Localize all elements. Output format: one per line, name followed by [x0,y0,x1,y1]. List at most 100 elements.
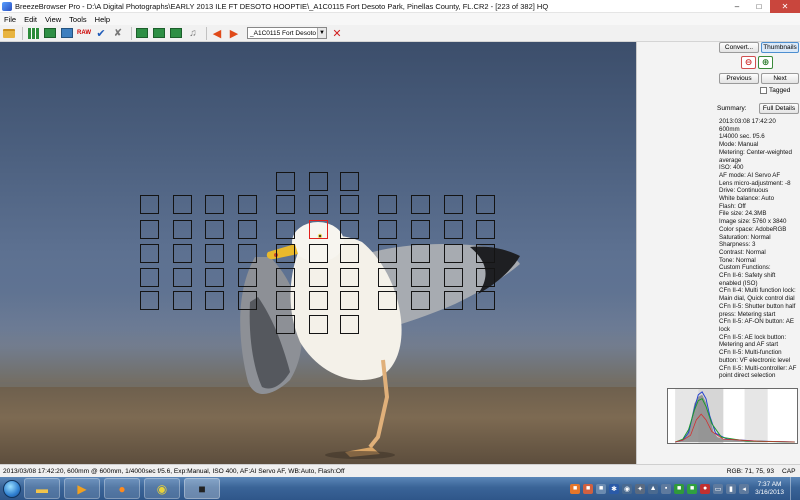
af-point [276,172,295,191]
task-media-player[interactable]: ▶ [64,478,100,499]
tray-wifi-icon[interactable]: ▲ [648,483,659,494]
af-point [205,291,224,310]
af-point [205,220,224,239]
menu-view[interactable]: View [41,15,65,24]
untag-icon: ✘ [113,27,123,39]
exif-summary: 2013:03:08 17:42:20 600mm 1/4000 sec. f/5.… [719,118,799,380]
arrow-left-icon: ◀ [212,27,222,40]
image-full-icon [61,28,73,38]
af-point [476,244,495,263]
close-button[interactable]: ✕ [770,0,800,13]
slideshow-button[interactable] [135,27,149,40]
full-details-button[interactable]: Full Details [759,103,799,114]
tray-volume-icon[interactable]: ◂ [739,483,750,494]
tray-network-icon[interactable]: ■ [596,483,607,494]
af-point [140,195,159,214]
start-button[interactable] [0,478,24,500]
thumbnails-button[interactable]: Thumbnails [761,42,799,53]
tray-monitor-icon[interactable]: ▭ [713,483,724,494]
maximize-button[interactable]: □ [748,0,770,13]
status-bar: 2013/03/08 17:42:20, 600mm @ 600mm, 1/40… [0,464,800,477]
title-bar: BreezeBrowser Pro - D:\A Digital Photogr… [0,0,800,13]
tray-orange-icon[interactable]: ■ [570,483,581,494]
checkbox-box[interactable] [760,87,767,94]
zoom-out-icon[interactable]: ⊖ [741,56,756,69]
convert-button[interactable]: Convert... [719,42,759,53]
exif-line: CFn II-5: AE lock button: Metering and A… [719,333,787,349]
toolbar-divider [22,26,23,40]
tray-security-icon[interactable]: ■ [674,483,685,494]
task-chrome[interactable]: ◉ [144,478,180,499]
previous-image-button[interactable]: ◀ [210,27,224,40]
exif-line: CFn II-4: Multi function lock: Main dial… [719,287,796,303]
af-point [276,220,295,239]
print-button[interactable] [169,27,183,40]
show-desktop-button[interactable] [790,477,800,500]
menu-edit[interactable]: Edit [20,15,41,24]
task-breezebrowser[interactable]: ■ [184,478,220,499]
af-point [476,268,495,287]
af-point [378,244,397,263]
menu-help[interactable]: Help [91,15,114,24]
exif-line: Drive: Continuous [719,187,769,195]
previous-button[interactable]: Previous [719,73,759,84]
sound-button[interactable]: ♫ [186,27,200,40]
tray-eye-icon[interactable]: ◉ [622,483,633,494]
app-icon [2,1,12,11]
web-page-button[interactable] [152,27,166,40]
tray-record-icon[interactable]: ● [700,483,711,494]
thumbnail-grid-button[interactable] [26,27,40,40]
af-point [309,172,328,191]
tray-bluetooth-icon[interactable]: ✱ [609,483,620,494]
view-mode-button[interactable] [43,27,57,40]
af-point [340,195,359,214]
exif-line: 2013:03:08 17:42:20 [719,118,776,125]
af-point [378,195,397,214]
photo-viewer[interactable] [0,42,636,464]
exif-line: Custom Functions: [719,264,771,272]
slideshow-icon [136,28,148,38]
taskbar: ▬ ▶ ● ◉ ■ ■ ■ ■ ✱ ◉ ✦ ▲ ▪ ■ ■ ● ▭ ▮ ◂ 7:… [0,477,800,500]
af-point [444,195,463,214]
tag-button[interactable]: ✔ [94,27,108,40]
task-firefox[interactable]: ● [104,478,140,499]
tagged-label: Tagged [769,87,791,94]
tray-gear-icon[interactable]: ✦ [635,483,646,494]
tray-disk-icon[interactable]: ▪ [661,483,672,494]
open-folder-button[interactable] [2,27,16,40]
clock-date: 3/16/2013 [755,488,784,496]
untag-button[interactable]: ✘ [111,27,125,40]
af-point [411,220,430,239]
raw-convert-button[interactable]: RAW [77,27,91,40]
next-button[interactable]: Next [761,73,799,84]
exif-line: Metering: Center-weighted average [719,148,792,164]
full-view-button[interactable] [60,27,74,40]
tray-battery-icon[interactable]: ▮ [726,483,737,494]
clock-time: 7:37 AM [757,480,782,488]
system-tray: ■ ■ ■ ✱ ◉ ✦ ▲ ▪ ■ ■ ● ▭ ▮ ◂ 7:37 AM 3/16… [567,477,800,500]
exif-line: CFn II-5: Multi-controller: AF point dir… [719,364,797,380]
zoom-in-icon[interactable]: ⊕ [758,56,773,69]
exif-line: CFn II-6: Safety shift enabled (ISO) [719,272,776,287]
af-point [238,220,257,239]
chrome-icon: ◉ [156,481,168,496]
minimize-button[interactable]: – [726,0,748,13]
task-explorer[interactable]: ▬ [24,478,60,499]
status-info: 2013/03/08 17:42:20, 600mm @ 600mm, 1/40… [3,467,345,475]
next-image-button[interactable]: ▶ [227,27,241,40]
tray-flag-icon[interactable]: ■ [583,483,594,494]
file-select-dropdown[interactable]: _A1C0115 Fort Desoto ▼ [247,27,327,39]
delete-button[interactable]: ✕ [330,27,344,40]
af-point [140,220,159,239]
exif-line: Sharpness: 3 [719,241,756,249]
af-point [444,291,463,310]
af-point [411,244,430,263]
af-point [205,195,224,214]
clock[interactable]: 7:37 AM 3/16/2013 [755,481,784,497]
menu-tools[interactable]: Tools [65,15,91,24]
tagged-checkbox[interactable]: Tagged [760,87,790,94]
tray-antivirus-icon[interactable]: ■ [687,483,698,494]
exif-line: CFn II-5: Multi-function button: VF elec… [719,349,791,364]
status-cap: CAP [782,467,796,475]
menu-file[interactable]: File [0,15,20,24]
